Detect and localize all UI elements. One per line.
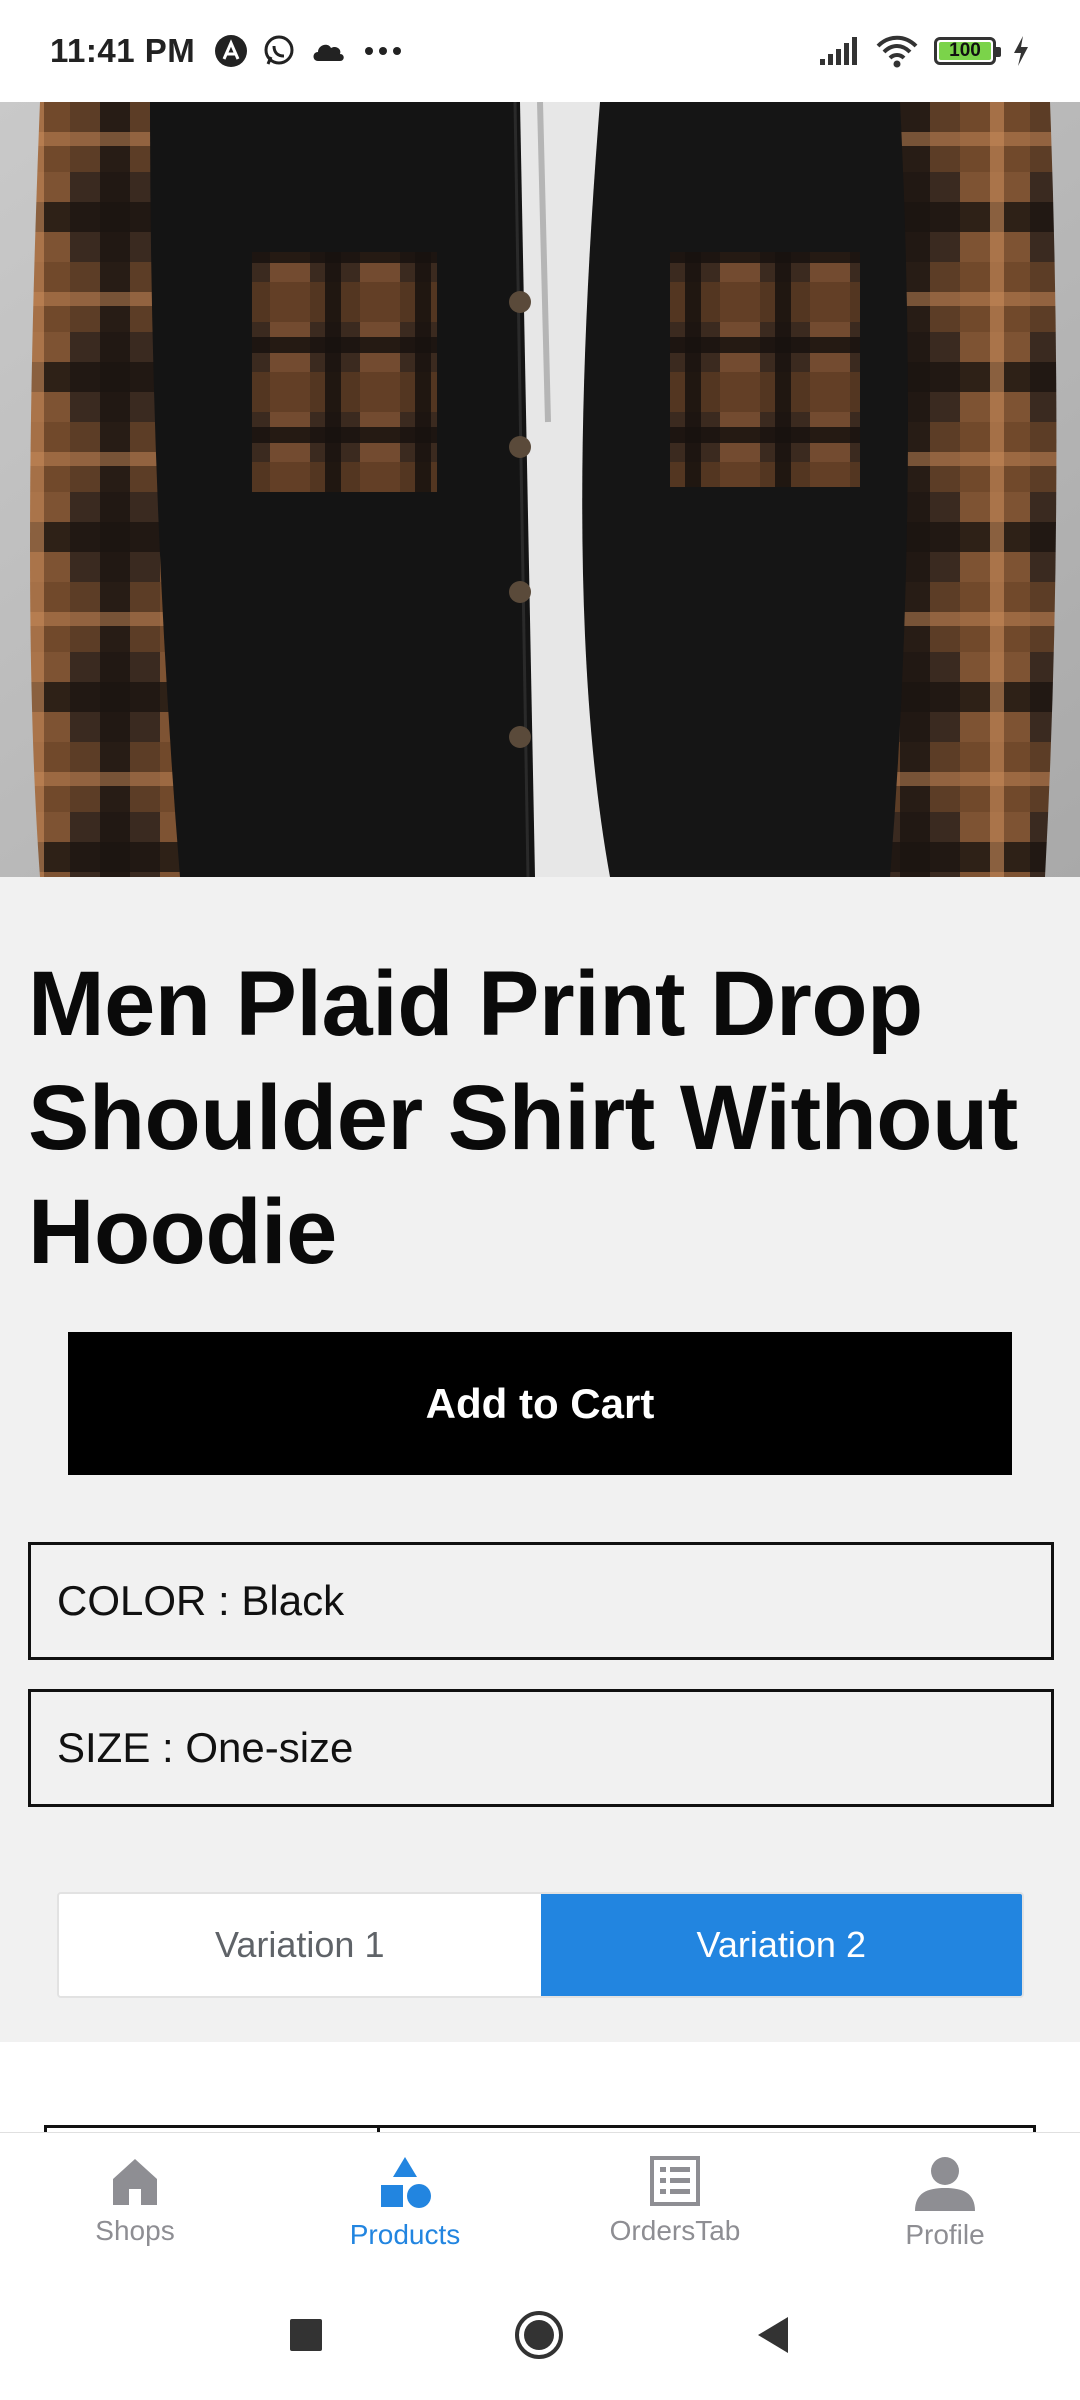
- person-icon: [915, 2157, 975, 2211]
- product-details: Men Plaid Print Drop Shoulder Shirt With…: [0, 877, 1080, 2042]
- home-circle-icon[interactable]: [514, 2310, 564, 2360]
- tab-products-label: Products: [349, 2219, 461, 2250]
- home-icon: [113, 2159, 157, 2205]
- back-triangle-icon[interactable]: [754, 2315, 792, 2355]
- variation-1-label: Variation 1: [215, 1924, 385, 1965]
- list-icon: [650, 2156, 700, 2206]
- cloud-icon: [313, 44, 344, 61]
- bottom-tab-bar: Shops Products OrdersTab Profile: [0, 2132, 1080, 2270]
- tab-orders[interactable]: OrdersTab: [540, 2133, 810, 2270]
- product-image[interactable]: [0, 102, 1080, 877]
- system-icons: 100: [818, 34, 1030, 68]
- tab-profile-label: Profile: [905, 2219, 985, 2250]
- status-time: 11:41 PM: [50, 32, 196, 69]
- add-to-cart-button[interactable]: Add to Cart: [68, 1332, 1012, 1475]
- variation-selector: Variation 1 Variation 2: [57, 1892, 1024, 1998]
- wifi-icon: [876, 35, 918, 68]
- variation-2-button[interactable]: Variation 2: [540, 1894, 1022, 1996]
- tab-orders-label: OrdersTab: [609, 2215, 741, 2246]
- size-option[interactable]: SIZE : One-size: [28, 1689, 1054, 1807]
- size-option-label: SIZE : One-size: [57, 1724, 354, 1771]
- more-dots-icon: [365, 47, 402, 55]
- tab-profile[interactable]: Profile: [810, 2133, 1080, 2270]
- color-option-label: COLOR : Black: [57, 1577, 345, 1624]
- status-bar: 11:41 PM 100: [0, 0, 1080, 102]
- battery-level: 100: [949, 40, 981, 61]
- tab-products[interactable]: Products: [270, 2133, 540, 2270]
- notification-icons: [213, 33, 405, 69]
- variation-2-label: Variation 2: [696, 1924, 866, 1965]
- whatsapp-icon: [264, 35, 294, 65]
- shapes-icon: [381, 2157, 431, 2208]
- signal-icon: [820, 37, 857, 65]
- plaid-shirt-photo: [0, 102, 1080, 877]
- product-title: Men Plaid Print Drop Shoulder Shirt With…: [28, 953, 1018, 1283]
- tab-shops[interactable]: Shops: [0, 2133, 270, 2270]
- system-nav-bar: [0, 2270, 1080, 2400]
- battery-icon: 100: [934, 37, 1001, 65]
- charging-icon: [1014, 36, 1028, 66]
- app-a-icon: [215, 35, 248, 67]
- variation-1-button[interactable]: Variation 1: [59, 1894, 541, 1996]
- recents-square-icon[interactable]: [288, 2317, 324, 2353]
- product-detail-screen: 11:41 PM 100 Men Plaid Print Drop Should…: [0, 0, 1080, 2400]
- tab-shops-label: Shops: [95, 2215, 175, 2246]
- color-option[interactable]: COLOR : Black: [28, 1542, 1054, 1660]
